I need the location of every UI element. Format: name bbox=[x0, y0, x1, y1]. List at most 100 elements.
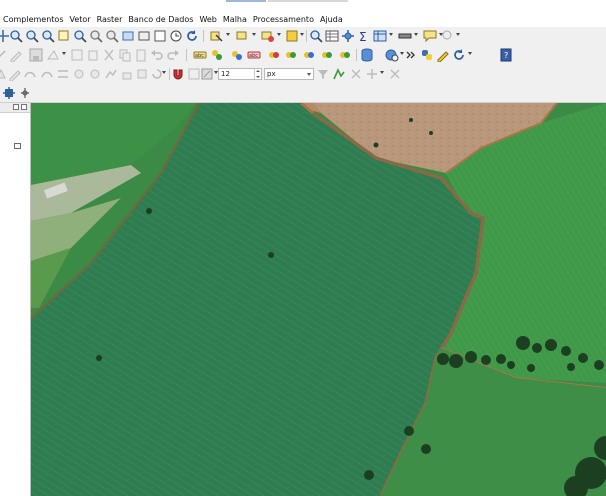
move-icon[interactable] bbox=[135, 67, 149, 81]
menu-raster[interactable]: Raster bbox=[94, 13, 126, 27]
database-icon[interactable] bbox=[360, 48, 374, 62]
new-bookmark-icon[interactable] bbox=[121, 29, 135, 43]
shape-icon[interactable] bbox=[0, 67, 8, 81]
measure-icon[interactable] bbox=[398, 29, 412, 43]
attribute-table-icon[interactable] bbox=[325, 29, 339, 43]
add-feature-icon[interactable] bbox=[46, 48, 60, 62]
label-icon[interactable]: abc bbox=[193, 48, 207, 62]
split-icon[interactable] bbox=[365, 67, 379, 81]
lock-icon[interactable] bbox=[120, 67, 134, 81]
float-panel-icon[interactable] bbox=[13, 104, 19, 110]
field-calc-icon[interactable] bbox=[373, 29, 387, 43]
settings-icon[interactable] bbox=[341, 29, 355, 43]
show-bookmarks-icon[interactable] bbox=[137, 29, 151, 43]
clock-icon[interactable] bbox=[169, 29, 183, 43]
anchor-icon[interactable] bbox=[18, 86, 32, 100]
undo-icon[interactable] bbox=[150, 48, 164, 62]
cross-icon[interactable] bbox=[349, 67, 363, 81]
select-features-icon[interactable] bbox=[210, 29, 224, 43]
snap-intersection-icon[interactable] bbox=[388, 67, 402, 81]
snap-tolerance-spinbox[interactable]: 12 bbox=[218, 68, 262, 80]
dropdown-arrow-icon[interactable] bbox=[62, 52, 66, 55]
text-annotation-icon[interactable] bbox=[441, 29, 455, 43]
refresh-icon[interactable] bbox=[185, 29, 199, 43]
label-properties-icon[interactable] bbox=[338, 48, 352, 62]
menu-vetor[interactable]: Vetor bbox=[66, 13, 93, 27]
snap-unit-combo[interactable]: px bbox=[264, 68, 314, 80]
cut-icon[interactable] bbox=[102, 48, 116, 62]
simplify-icon[interactable] bbox=[104, 67, 118, 81]
globe-icon[interactable] bbox=[385, 48, 399, 62]
redo-icon[interactable] bbox=[166, 48, 180, 62]
snapping-settings-icon[interactable] bbox=[200, 67, 214, 81]
chevron-down-icon[interactable] bbox=[307, 73, 311, 76]
pencil-gear-icon[interactable] bbox=[436, 48, 450, 62]
layer-item-icon[interactable] bbox=[14, 143, 21, 149]
more-tools-icon[interactable] bbox=[404, 48, 418, 62]
edit-pencil-icon[interactable] bbox=[9, 48, 23, 62]
snap-type-icon[interactable] bbox=[187, 67, 201, 81]
menu-ajuda[interactable]: Ajuda bbox=[317, 13, 346, 27]
gps-icon[interactable] bbox=[2, 86, 16, 100]
python-icon[interactable] bbox=[420, 48, 434, 62]
zoom-in-icon[interactable] bbox=[9, 29, 23, 43]
menu-web[interactable]: Web bbox=[196, 13, 219, 27]
dropdown-arrow-icon[interactable] bbox=[380, 71, 384, 74]
select-by-value-icon[interactable] bbox=[236, 29, 250, 43]
rotate-icon[interactable] bbox=[452, 48, 466, 62]
map-canvas[interactable] bbox=[31, 103, 606, 496]
zoom-selection-icon[interactable] bbox=[57, 29, 71, 43]
reverse-icon[interactable] bbox=[150, 67, 164, 81]
svg-text:?: ? bbox=[504, 51, 508, 60]
zoom-native-icon[interactable] bbox=[153, 29, 167, 43]
trace-icon[interactable] bbox=[332, 67, 346, 81]
help-icon[interactable]: ? bbox=[499, 48, 513, 62]
offset-icon[interactable] bbox=[40, 67, 54, 81]
close-panel-icon[interactable] bbox=[21, 104, 27, 110]
merge-icon[interactable] bbox=[72, 67, 86, 81]
vertex-tool-icon[interactable] bbox=[70, 48, 84, 62]
zoom-last-icon[interactable] bbox=[89, 29, 103, 43]
identify-icon[interactable] bbox=[309, 29, 323, 43]
label-show-icon[interactable] bbox=[230, 48, 244, 62]
dropdown-arrow-icon[interactable] bbox=[162, 71, 166, 74]
dropdown-arrow-icon[interactable] bbox=[277, 33, 281, 36]
sum-icon[interactable]: Σ bbox=[357, 29, 371, 43]
map-tips-icon[interactable] bbox=[423, 29, 437, 43]
zoom-next-icon[interactable] bbox=[105, 29, 119, 43]
dropdown-arrow-icon[interactable] bbox=[226, 33, 230, 36]
magnet-icon[interactable] bbox=[171, 67, 185, 81]
digitize-icon[interactable] bbox=[0, 48, 8, 62]
menu-banco-de-dados[interactable]: Banco de Dados bbox=[125, 13, 196, 27]
save-edits-icon[interactable] bbox=[29, 48, 43, 62]
label-move-icon[interactable] bbox=[267, 48, 281, 62]
label-pin-move-icon[interactable] bbox=[320, 48, 334, 62]
reshape-icon[interactable] bbox=[23, 67, 37, 81]
label-rotate-icon[interactable] bbox=[284, 48, 298, 62]
dropdown-arrow-icon[interactable] bbox=[468, 52, 472, 55]
dropdown-arrow-icon[interactable] bbox=[300, 33, 304, 36]
dropdown-arrow-icon[interactable] bbox=[389, 33, 393, 36]
dropdown-arrow-icon[interactable] bbox=[252, 33, 256, 36]
spin-arrows-icon[interactable] bbox=[254, 69, 261, 79]
delete-icon[interactable] bbox=[86, 48, 100, 62]
select-location-icon[interactable] bbox=[285, 29, 299, 43]
label-highlight-icon[interactable]: abc bbox=[247, 48, 261, 62]
dropdown-arrow-icon[interactable] bbox=[456, 33, 460, 36]
menu-complementos[interactable]: Complementos bbox=[0, 13, 66, 27]
pen-icon[interactable] bbox=[8, 67, 22, 81]
filter-icon[interactable] bbox=[316, 67, 330, 81]
copy-icon[interactable] bbox=[118, 48, 132, 62]
menu-processamento[interactable]: Processamento bbox=[250, 13, 317, 27]
zoom-out-icon[interactable] bbox=[25, 29, 39, 43]
paste-icon[interactable] bbox=[134, 48, 148, 62]
dropdown-arrow-icon[interactable] bbox=[414, 33, 418, 36]
zoom-layer-icon[interactable] bbox=[73, 29, 87, 43]
label-change-icon[interactable] bbox=[302, 48, 316, 62]
deselect-icon[interactable] bbox=[261, 29, 275, 43]
rotate-feature-icon[interactable] bbox=[88, 67, 102, 81]
label-pin-icon[interactable] bbox=[210, 48, 224, 62]
menu-malha[interactable]: Malha bbox=[220, 13, 250, 27]
split-features-icon[interactable] bbox=[56, 67, 70, 81]
zoom-full-icon[interactable] bbox=[41, 29, 55, 43]
